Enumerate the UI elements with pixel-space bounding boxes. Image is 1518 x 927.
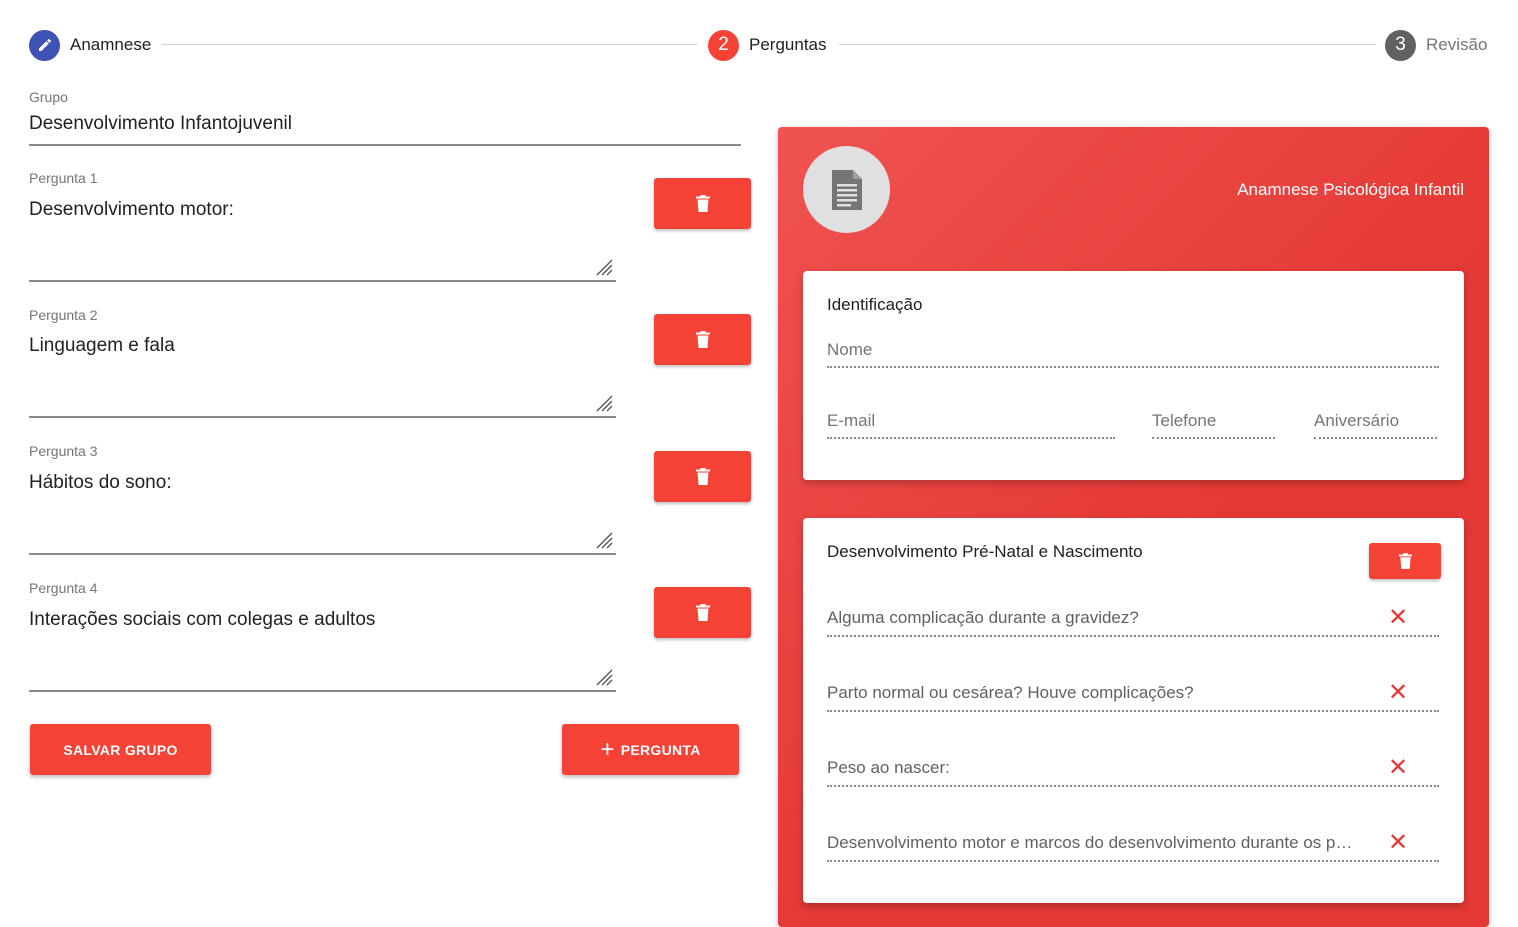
card-title: Identificação — [827, 295, 923, 314]
preview-title: Anamnese Psicológica Infantil — [1237, 180, 1464, 199]
trash-icon — [695, 195, 710, 212]
question-label: Pergunta 3 — [29, 443, 98, 459]
plus-icon: + — [600, 735, 615, 763]
delete-question-button[interactable] — [654, 314, 751, 365]
phone-field[interactable]: Telefone — [1152, 409, 1275, 439]
name-field[interactable]: Nome — [827, 338, 1439, 368]
question-textarea[interactable]: Hábitos do sono: — [29, 472, 172, 494]
close-icon[interactable]: ✕ — [1387, 831, 1409, 855]
resize-handle-icon[interactable] — [594, 257, 614, 277]
question-underline — [29, 416, 616, 418]
preview-question-text: Desenvolvimento motor e marcos do desenv… — [827, 833, 1357, 852]
question-underline — [29, 690, 616, 692]
question-underline — [29, 280, 616, 282]
close-icon[interactable]: ✕ — [1387, 756, 1409, 780]
trash-icon — [695, 468, 710, 485]
save-group-label: SALVAR GRUPO — [63, 741, 178, 758]
birthday-field[interactable]: Aniversário — [1314, 409, 1437, 439]
delete-group-button[interactable] — [1369, 543, 1441, 579]
email-field[interactable]: E-mail — [827, 409, 1115, 439]
group-input-underline — [29, 144, 741, 146]
question-textarea[interactable]: Linguagem e fala — [29, 335, 175, 357]
delete-question-button[interactable] — [654, 451, 751, 502]
question-label: Pergunta 4 — [29, 580, 98, 596]
stepper: Anamnese 2 Perguntas 3 Revisão — [0, 0, 1518, 90]
step-label: Revisão — [1426, 35, 1488, 54]
group-label: Grupo — [29, 89, 68, 105]
preview-question-text: Peso ao nascer: — [827, 758, 950, 777]
delete-question-button[interactable] — [654, 587, 751, 638]
trash-icon — [695, 331, 710, 348]
add-question-button[interactable]: + PERGUNTA — [562, 724, 739, 775]
step-revisao[interactable]: 3 Revisão — [1385, 29, 1487, 61]
question-underline — [29, 553, 616, 555]
name-field-label: Nome — [827, 340, 873, 359]
trash-icon — [695, 604, 710, 621]
close-icon[interactable]: ✕ — [1387, 606, 1409, 630]
group-preview-card: Desenvolvimento Pré-Natal e Nascimento A… — [803, 518, 1464, 903]
question-textarea[interactable]: Interações sociais com colegas e adultos — [29, 609, 375, 631]
trash-icon — [1398, 553, 1412, 569]
step-perguntas[interactable]: 2 Perguntas — [708, 29, 827, 61]
delete-question-button[interactable] — [654, 178, 751, 229]
pencil-icon — [29, 29, 60, 61]
step-label: Anamnese — [70, 35, 152, 54]
group-input[interactable]: Desenvolvimento Infantojuvenil — [29, 113, 292, 135]
step-label: Perguntas — [749, 35, 827, 54]
question-label: Pergunta 2 — [29, 307, 98, 323]
step-number: 3 — [1385, 29, 1416, 61]
close-icon[interactable]: ✕ — [1387, 681, 1409, 705]
question-textarea[interactable]: Desenvolvimento motor: — [29, 199, 234, 221]
identification-card: Identificação Nome E-mail Telefone Anive… — [803, 271, 1464, 480]
resize-handle-icon[interactable] — [594, 667, 614, 687]
preview-question-row[interactable]: Desenvolvimento motor e marcos do desenv… — [827, 822, 1439, 862]
resize-handle-icon[interactable] — [594, 393, 614, 413]
anamnese-preview: Anamnese Psicológica Infantil Identifica… — [778, 127, 1489, 927]
email-field-label: E-mail — [827, 411, 876, 430]
step-connector — [839, 44, 1376, 45]
preview-question-row[interactable]: Peso ao nascer: ✕ — [827, 747, 1439, 787]
preview-question-row[interactable]: Alguma complicação durante a gravidez? ✕ — [827, 597, 1439, 637]
document-icon — [803, 146, 890, 233]
save-group-button[interactable]: SALVAR GRUPO — [30, 724, 211, 775]
add-question-label: PERGUNTA — [620, 741, 701, 758]
resize-handle-icon[interactable] — [594, 530, 614, 550]
preview-question-text: Alguma complicação durante a gravidez? — [827, 608, 1139, 627]
birthday-field-label: Aniversário — [1314, 411, 1400, 430]
card-title: Desenvolvimento Pré-Natal e Nascimento — [827, 542, 1143, 561]
question-label: Pergunta 1 — [29, 170, 98, 186]
step-connector — [162, 44, 698, 45]
step-number: 2 — [708, 29, 739, 61]
preview-question-text: Parto normal ou cesárea? Houve complicaç… — [827, 683, 1194, 702]
step-anamnese[interactable]: Anamnese — [29, 29, 151, 61]
preview-question-row[interactable]: Parto normal ou cesárea? Houve complicaç… — [827, 672, 1439, 712]
phone-field-label: Telefone — [1152, 411, 1217, 430]
